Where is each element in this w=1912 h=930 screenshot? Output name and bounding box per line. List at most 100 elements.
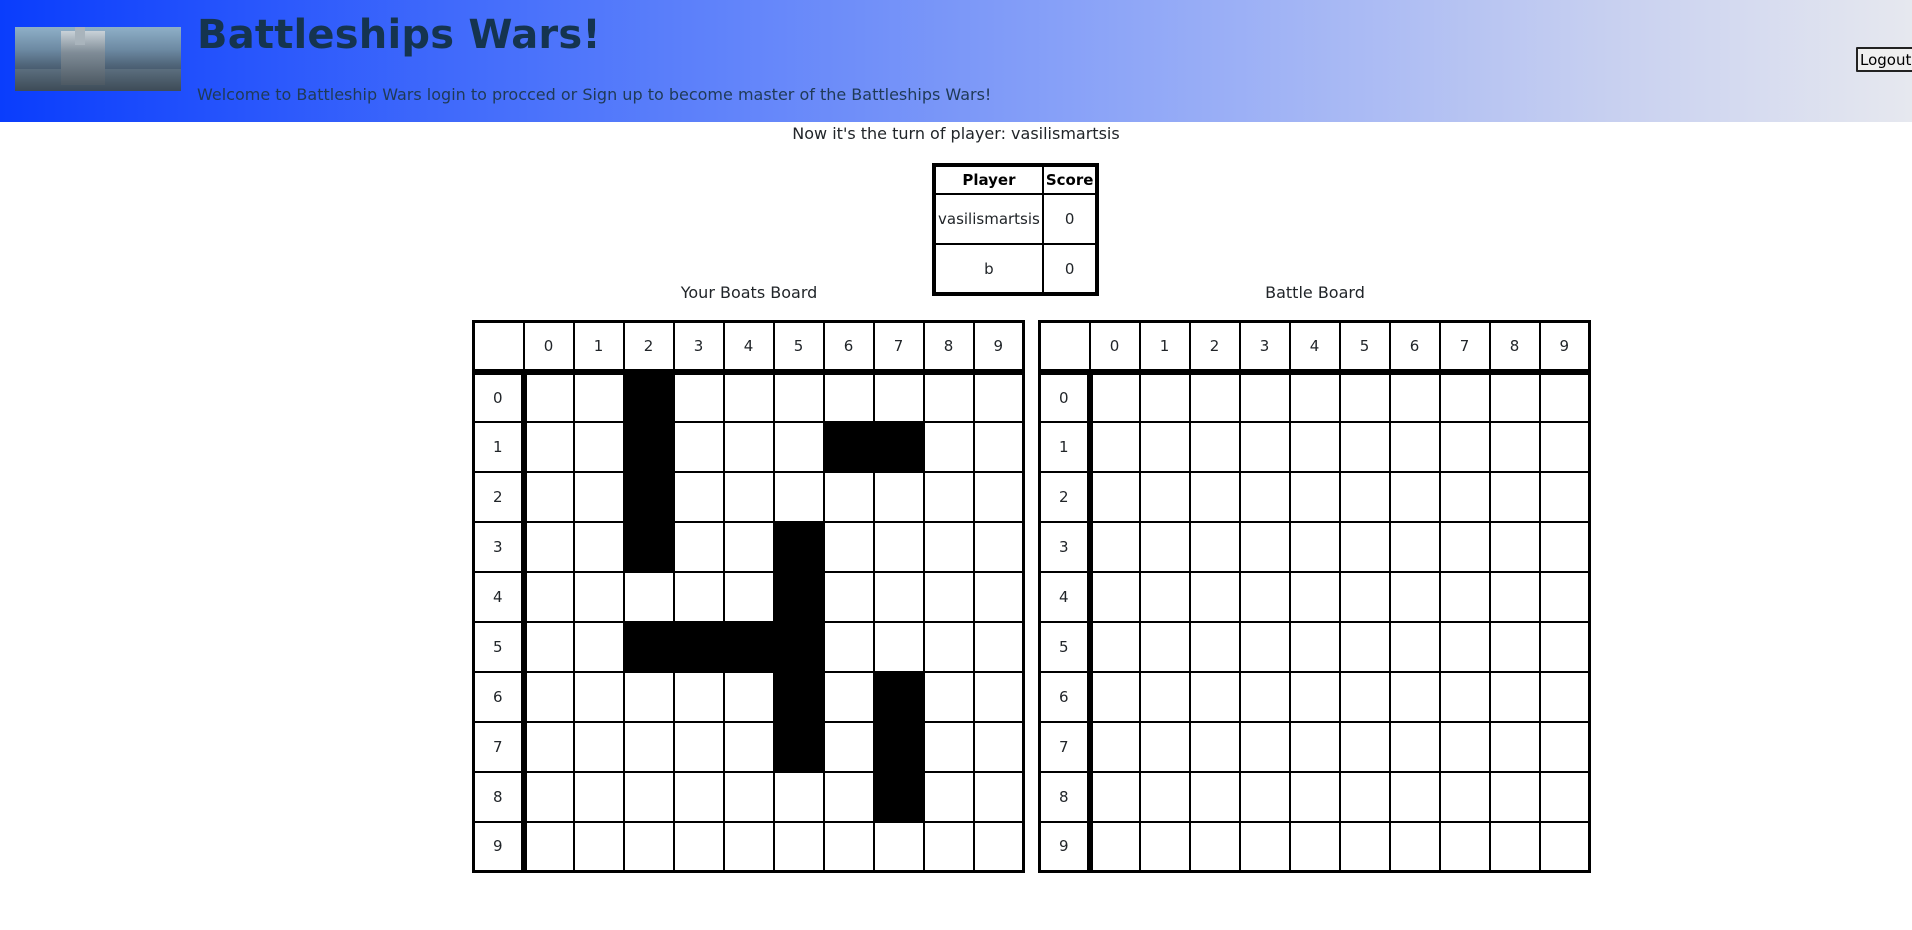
battle-board-cell[interactable] bbox=[1288, 670, 1341, 723]
battle-board-cell[interactable] bbox=[1238, 670, 1291, 723]
battle-board-cell[interactable] bbox=[1188, 520, 1241, 573]
battle-board-cell[interactable] bbox=[1188, 470, 1241, 523]
battle-board-cell[interactable] bbox=[1138, 720, 1191, 773]
battle-board-cell[interactable] bbox=[1238, 620, 1291, 673]
battle-board-cell[interactable] bbox=[1088, 370, 1141, 423]
battle-board-cell[interactable] bbox=[1488, 820, 1541, 873]
battle-board-cell[interactable] bbox=[1538, 570, 1591, 623]
battle-board-cell[interactable] bbox=[1288, 370, 1341, 423]
battle-board-cell[interactable] bbox=[1538, 470, 1591, 523]
battle-board-cell[interactable] bbox=[1538, 770, 1591, 823]
battle-board-cell[interactable] bbox=[1338, 770, 1391, 823]
battle-board-cell[interactable] bbox=[1088, 670, 1141, 723]
battle-board-cell[interactable] bbox=[1088, 520, 1141, 573]
battle-board-cell[interactable] bbox=[1388, 720, 1441, 773]
battle-board-cell[interactable] bbox=[1088, 470, 1141, 523]
battle-board-cell[interactable] bbox=[1138, 620, 1191, 673]
battle-board-cell[interactable] bbox=[1188, 420, 1241, 473]
battle-board-cell[interactable] bbox=[1538, 820, 1591, 873]
battle-board-cell[interactable] bbox=[1188, 370, 1241, 423]
battle-board-cell[interactable] bbox=[1088, 770, 1141, 823]
battle-board-cell[interactable] bbox=[1438, 520, 1491, 573]
battle-board-cell[interactable] bbox=[1438, 570, 1491, 623]
battle-board-cell[interactable] bbox=[1438, 620, 1491, 673]
battle-board-cell[interactable] bbox=[1288, 570, 1341, 623]
battle-board-cell[interactable] bbox=[1488, 570, 1541, 623]
battle-board-cell[interactable] bbox=[1138, 670, 1191, 723]
battle-board-cell[interactable] bbox=[1288, 470, 1341, 523]
battle-board-cell[interactable] bbox=[1488, 470, 1541, 523]
battle-board-cell[interactable] bbox=[1238, 370, 1291, 423]
battle-board-cell[interactable] bbox=[1388, 770, 1441, 823]
battle-board-cell[interactable] bbox=[1488, 620, 1541, 673]
battle-board-cell[interactable] bbox=[1488, 770, 1541, 823]
battle-board-cell[interactable] bbox=[1188, 620, 1241, 673]
battle-board-cell[interactable] bbox=[1338, 570, 1391, 623]
battle-board-cell[interactable] bbox=[1438, 720, 1491, 773]
battle-board-cell[interactable] bbox=[1288, 420, 1341, 473]
battle-board-cell[interactable] bbox=[1138, 370, 1191, 423]
battle-board-cell[interactable] bbox=[1388, 670, 1441, 723]
battle-board-cell[interactable] bbox=[1338, 470, 1391, 523]
battle-board-cell[interactable] bbox=[1338, 370, 1391, 423]
battle-board-cell[interactable] bbox=[1088, 820, 1141, 873]
battle-board-cell[interactable] bbox=[1138, 570, 1191, 623]
battle-board-cell[interactable] bbox=[1338, 720, 1391, 773]
battle-board-cell[interactable] bbox=[1138, 770, 1191, 823]
battle-board-cell[interactable] bbox=[1138, 520, 1191, 573]
battle-board-cell[interactable] bbox=[1088, 620, 1141, 673]
battle-board-cell[interactable] bbox=[1238, 770, 1291, 823]
battle-board-cell[interactable] bbox=[1338, 820, 1391, 873]
battle-board-cell[interactable] bbox=[1388, 820, 1441, 873]
battle-board-cell[interactable] bbox=[1388, 570, 1441, 623]
battle-board-cell[interactable] bbox=[1438, 820, 1491, 873]
battle-board-cell[interactable] bbox=[1088, 570, 1141, 623]
battle-board-cell[interactable] bbox=[1488, 720, 1541, 773]
battle-board-cell[interactable] bbox=[1538, 370, 1591, 423]
battle-board-cell[interactable] bbox=[1188, 820, 1241, 873]
battle-board-cell[interactable] bbox=[1238, 820, 1291, 873]
battle-board-cell[interactable] bbox=[1088, 420, 1141, 473]
battle-board-cell[interactable] bbox=[1188, 770, 1241, 823]
battle-board-cell[interactable] bbox=[1188, 570, 1241, 623]
battle-board-cell[interactable] bbox=[1388, 420, 1441, 473]
battle-board-cell[interactable] bbox=[1138, 420, 1191, 473]
battle-board-cell[interactable] bbox=[1438, 420, 1491, 473]
battle-board-cell[interactable] bbox=[1288, 620, 1341, 673]
battle-board-cell[interactable] bbox=[1338, 670, 1391, 723]
battle-board-cell[interactable] bbox=[1538, 670, 1591, 723]
battle-board-cell[interactable] bbox=[1188, 720, 1241, 773]
battle-board-cell[interactable] bbox=[1538, 620, 1591, 673]
battle-board-cell[interactable] bbox=[1488, 420, 1541, 473]
logout-button[interactable]: Logout bbox=[1856, 47, 1912, 72]
battle-board-cell[interactable] bbox=[1338, 620, 1391, 673]
battle-board-cell[interactable] bbox=[1538, 720, 1591, 773]
battle-board-cell[interactable] bbox=[1388, 470, 1441, 523]
battle-board-cell[interactable] bbox=[1488, 370, 1541, 423]
battle-board-cell[interactable] bbox=[1538, 420, 1591, 473]
battle-board-cell[interactable] bbox=[1238, 420, 1291, 473]
battle-board-cell[interactable] bbox=[1438, 470, 1491, 523]
battle-board-cell[interactable] bbox=[1388, 370, 1441, 423]
battle-board-cell[interactable] bbox=[1288, 520, 1341, 573]
battle-board-cell[interactable] bbox=[1488, 520, 1541, 573]
battle-board-cell[interactable] bbox=[1338, 420, 1391, 473]
battle-board-cell[interactable] bbox=[1438, 770, 1491, 823]
battle-board-cell[interactable] bbox=[1288, 770, 1341, 823]
battle-board-cell[interactable] bbox=[1338, 520, 1391, 573]
battle-board-cell[interactable] bbox=[1538, 520, 1591, 573]
battle-board-cell[interactable] bbox=[1288, 720, 1341, 773]
battle-board-cell[interactable] bbox=[1438, 670, 1491, 723]
battle-board-cell[interactable] bbox=[1238, 470, 1291, 523]
battle-board-cell[interactable] bbox=[1438, 370, 1491, 423]
battle-board-cell[interactable] bbox=[1388, 520, 1441, 573]
battle-board-cell[interactable] bbox=[1238, 720, 1291, 773]
battle-board-cell[interactable] bbox=[1488, 670, 1541, 723]
battle-board-cell[interactable] bbox=[1288, 820, 1341, 873]
battle-board-cell[interactable] bbox=[1238, 520, 1291, 573]
battle-board-cell[interactable] bbox=[1088, 720, 1141, 773]
battle-board-cell[interactable] bbox=[1138, 820, 1191, 873]
battle-board-cell[interactable] bbox=[1238, 570, 1291, 623]
battle-board-cell[interactable] bbox=[1388, 620, 1441, 673]
battle-board-cell[interactable] bbox=[1188, 670, 1241, 723]
